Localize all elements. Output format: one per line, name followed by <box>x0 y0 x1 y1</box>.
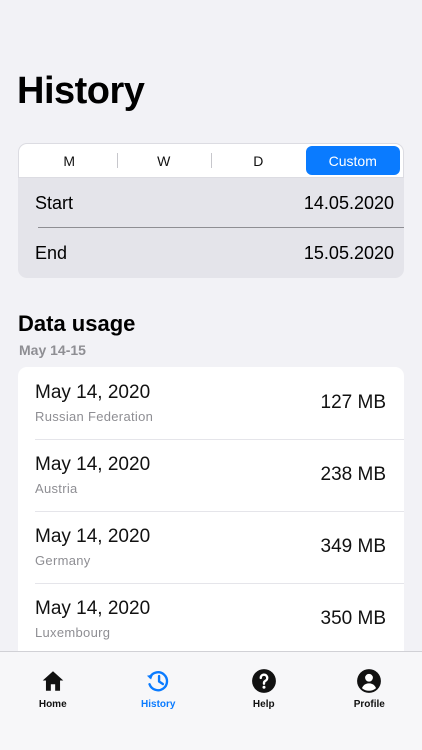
tab-profile[interactable]: Profile <box>317 652 422 750</box>
usage-list: May 14, 2020 Russian Federation 127 MB M… <box>18 367 404 667</box>
list-item[interactable]: May 14, 2020 Austria 238 MB <box>18 439 404 511</box>
usage-country: Luxembourg <box>35 625 111 640</box>
end-date-row[interactable]: End 15.05.2020 <box>18 228 404 278</box>
tab-help-label: Help <box>252 699 275 710</box>
list-item[interactable]: May 14, 2020 Luxembourg 350 MB <box>18 583 404 655</box>
usage-info: May 14, 2020 Austria <box>35 454 150 496</box>
segment-day[interactable]: D <box>211 146 306 175</box>
list-item[interactable]: May 14, 2020 Germany 349 MB <box>18 511 404 583</box>
home-icon <box>42 671 64 691</box>
list-item[interactable]: May 14, 2020 Russian Federation 127 MB <box>18 367 404 439</box>
usage-info: May 14, 2020 Russian Federation <box>35 382 153 424</box>
usage-amount: 350 MB <box>320 608 386 629</box>
usage-date: May 14, 2020 <box>35 454 151 475</box>
history-screen: History M W D Custom Start 14.05.2020 En… <box>0 0 422 750</box>
usage-amount: 349 MB <box>320 536 386 557</box>
segment-month[interactable]: M <box>22 146 117 175</box>
profile-icon <box>357 669 382 693</box>
usage-country: Russian Federation <box>35 409 154 424</box>
date-range-card: M W D Custom Start 14.05.2020 End 15.05.… <box>18 143 404 278</box>
usage-info: May 14, 2020 Luxembourg <box>35 598 150 640</box>
usage-country: Austria <box>35 481 78 496</box>
usage-amount: 238 MB <box>320 464 386 485</box>
usage-date: May 14, 2020 <box>35 382 151 403</box>
start-label: Start <box>35 192 74 213</box>
usage-amount: 127 MB <box>320 392 386 413</box>
start-value: 14.05.2020 <box>303 192 394 213</box>
history-icon <box>147 671 169 692</box>
data-usage-title: Data usage <box>18 311 136 336</box>
data-usage-subtitle: May 14-15 <box>19 342 86 358</box>
tab-bar: Home History Help Profile <box>0 651 422 750</box>
usage-info: May 14, 2020 Germany <box>35 526 150 568</box>
usage-date: May 14, 2020 <box>35 526 151 547</box>
tab-history[interactable]: History <box>106 652 212 750</box>
end-value: 15.05.2020 <box>303 242 394 263</box>
segment-week[interactable]: W <box>116 146 212 175</box>
help-icon <box>251 669 276 693</box>
tab-history-label: History <box>141 699 176 710</box>
end-label: End <box>35 242 68 263</box>
tab-help[interactable]: Help <box>211 652 317 750</box>
period-segmented-control: M W D Custom <box>18 143 404 178</box>
usage-date: May 14, 2020 <box>35 598 151 619</box>
segment-custom[interactable]: Custom <box>305 146 400 175</box>
tab-home[interactable]: Home <box>0 652 106 750</box>
start-date-row[interactable]: Start 14.05.2020 <box>18 178 404 228</box>
usage-country: Germany <box>35 553 91 568</box>
page-title: History <box>17 70 145 112</box>
tab-home-label: Home <box>38 699 67 710</box>
tab-profile-label: Profile <box>353 699 385 710</box>
